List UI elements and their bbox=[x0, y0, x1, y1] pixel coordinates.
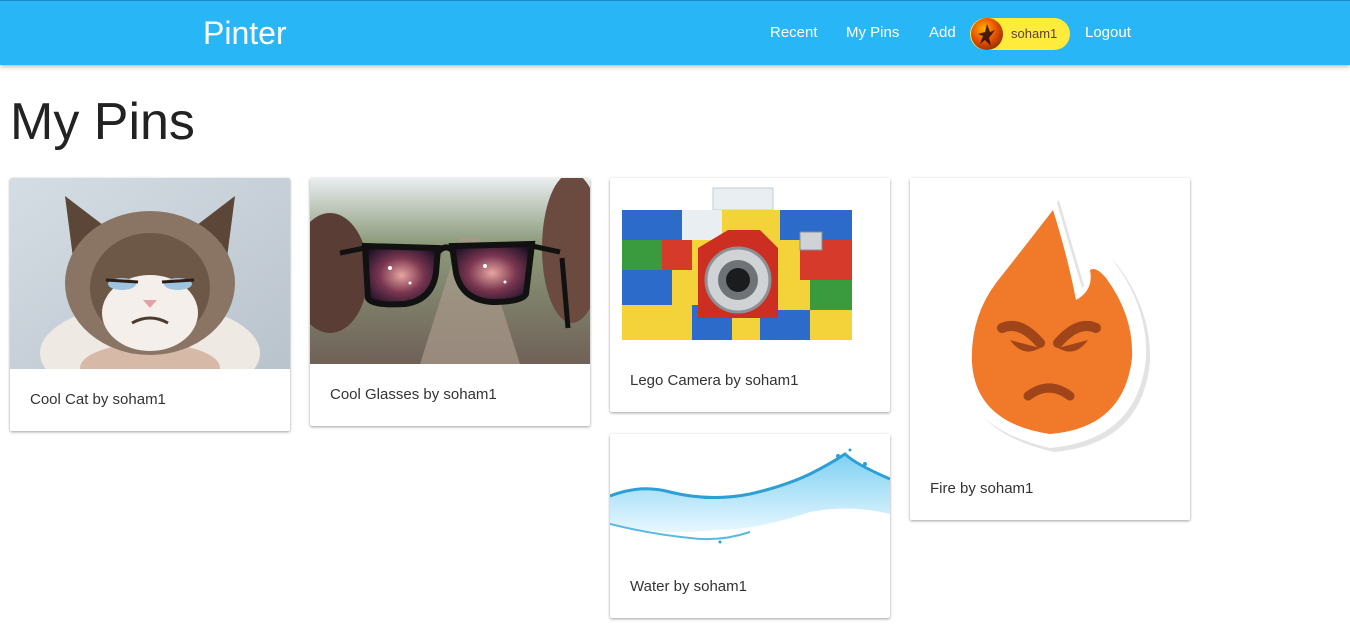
grumpy-cat-image[interactable] bbox=[10, 178, 290, 369]
page-title: My Pins bbox=[10, 93, 195, 151]
avatar bbox=[971, 18, 1003, 50]
top-navbar: Pinter Recent My Pins Add soham1 Logout bbox=[0, 0, 1350, 65]
pin-card[interactable]: Lego Camera by soham1 bbox=[610, 178, 890, 412]
water-splash-image[interactable] bbox=[610, 434, 890, 556]
pin-card[interactable]: Water by soham1 bbox=[610, 434, 890, 618]
pin-caption: Cool Cat by soham1 bbox=[30, 391, 166, 408]
nav-link-add[interactable]: Add bbox=[929, 23, 956, 43]
brand-logo[interactable]: Pinter bbox=[203, 13, 287, 53]
pin-caption: Fire by soham1 bbox=[930, 480, 1034, 497]
pin-caption: Lego Camera by soham1 bbox=[630, 372, 799, 389]
pin-card[interactable]: Cool Cat by soham1 bbox=[10, 178, 290, 431]
flame-avatar-icon bbox=[978, 24, 995, 46]
nav-link-logout[interactable]: Logout bbox=[1085, 23, 1131, 43]
angry-fire-emoji-image[interactable] bbox=[910, 178, 1190, 458]
lego-camera-image[interactable] bbox=[610, 178, 890, 350]
pin-card[interactable]: Cool Glasses by soham1 bbox=[310, 178, 590, 426]
user-name: soham1 bbox=[1011, 26, 1058, 41]
nav-link-recent[interactable]: Recent bbox=[770, 23, 818, 43]
pin-caption: Cool Glasses by soham1 bbox=[330, 386, 497, 403]
pin-caption: Water by soham1 bbox=[630, 578, 747, 595]
user-chip[interactable]: soham1 bbox=[970, 18, 1070, 50]
glasses-image[interactable] bbox=[310, 178, 590, 364]
nav-link-my-pins[interactable]: My Pins bbox=[846, 23, 899, 43]
pin-card[interactable]: Fire by soham1 bbox=[910, 178, 1190, 520]
